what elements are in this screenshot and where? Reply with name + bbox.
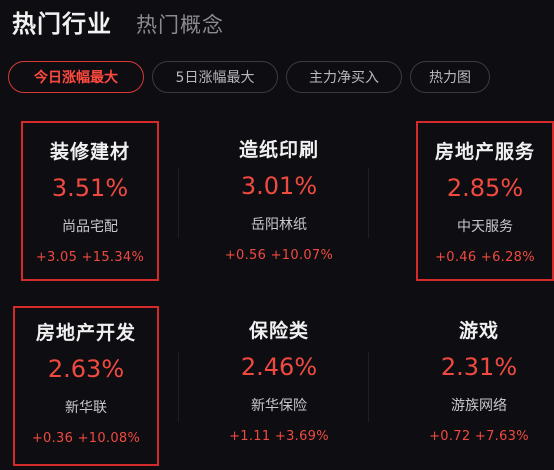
leading-stock-change: +0.72 +7.63% <box>429 429 529 444</box>
industry-change-pct: 2.63% <box>47 355 125 383</box>
industry-name: 装修建材 <box>49 141 130 163</box>
industry-card-insurance[interactable]: 保险类 2.46% 新华保险 +1.11 +3.69% <box>210 306 348 466</box>
industry-change-pct: 2.46% <box>240 353 318 381</box>
leading-stock: 中天服务 <box>457 219 513 235</box>
industry-name: 房地产开发 <box>35 322 136 344</box>
leading-stock-change: +0.46 +6.28% <box>435 250 535 265</box>
industry-card-decoration-materials[interactable]: 装修建材 3.51% 尚品宅配 +3.05 +15.34% <box>21 121 159 281</box>
industry-name: 造纸印刷 <box>238 139 319 161</box>
industry-name: 游戏 <box>458 320 499 342</box>
industry-change-pct: 3.01% <box>240 172 318 200</box>
filter-5day-gain[interactable]: 5日涨幅最大 <box>152 61 278 93</box>
leading-stock: 游族网络 <box>451 398 507 414</box>
leading-stock: 新华保险 <box>251 398 307 414</box>
leading-stock: 新华联 <box>65 400 107 416</box>
leading-stock-change: +0.36 +10.08% <box>31 431 141 446</box>
industry-change-pct: 2.85% <box>446 174 524 202</box>
column-divider <box>368 352 369 422</box>
filter-heatmap[interactable]: 热力图 <box>410 61 490 93</box>
filter-chips: 今日涨幅最大 5日涨幅最大 主力净买入 热力图 <box>8 61 490 93</box>
industry-name: 房地产服务 <box>434 141 535 163</box>
column-divider <box>178 352 179 422</box>
section-header: 热门行业 热门概念 <box>12 4 224 39</box>
column-divider <box>178 168 179 238</box>
industry-card-real-estate-services[interactable]: 房地产服务 2.85% 中天服务 +0.46 +6.28% <box>416 121 554 281</box>
industry-card-paper-printing[interactable]: 造纸印刷 3.01% 岳阳林纸 +0.56 +10.07% <box>210 121 348 281</box>
tab-hot-industry[interactable]: 热门行业 <box>12 4 112 39</box>
filter-main-net-buy[interactable]: 主力净买入 <box>286 61 402 93</box>
column-divider <box>368 168 369 238</box>
leading-stock-change: +1.11 +3.69% <box>229 429 329 444</box>
industry-change-pct: 2.31% <box>440 353 518 381</box>
industry-name: 保险类 <box>248 320 309 342</box>
leading-stock-change: +0.56 +10.07% <box>224 248 334 263</box>
industry-card-gaming[interactable]: 游戏 2.31% 游族网络 +0.72 +7.63% <box>410 306 548 466</box>
leading-stock-change: +3.05 +15.34% <box>35 250 145 265</box>
filter-today-gain[interactable]: 今日涨幅最大 <box>8 61 144 93</box>
industry-change-pct: 3.51% <box>51 174 129 202</box>
leading-stock: 尚品宅配 <box>62 219 118 235</box>
industry-card-real-estate-development[interactable]: 房地产开发 2.63% 新华联 +0.36 +10.08% <box>13 306 159 466</box>
leading-stock: 岳阳林纸 <box>251 217 307 233</box>
tab-hot-concept[interactable]: 热门概念 <box>136 9 224 39</box>
